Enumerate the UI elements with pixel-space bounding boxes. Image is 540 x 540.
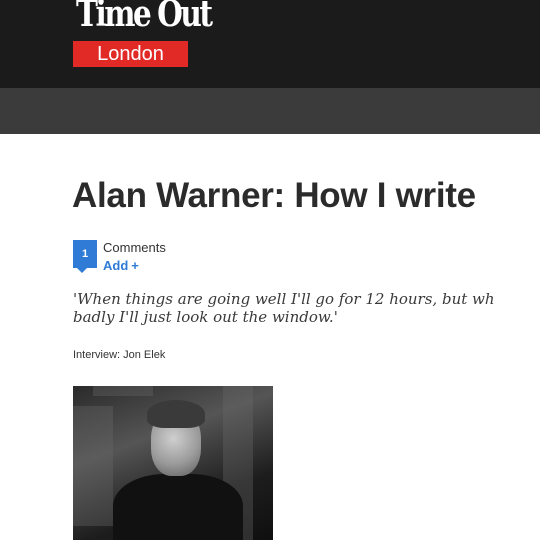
photo-figure-body xyxy=(113,474,243,540)
byline: Interview: Jon Elek xyxy=(73,349,166,361)
photo-background-detail xyxy=(93,386,153,396)
page-title: Alan Warner: How I write xyxy=(72,176,476,215)
photo-background-detail xyxy=(73,406,113,526)
plus-icon[interactable]: + xyxy=(131,259,139,273)
add-comment-link[interactable]: Add + xyxy=(103,259,139,273)
site-logo[interactable]: Time Out xyxy=(76,0,213,37)
photo-figure-hair xyxy=(147,400,205,428)
site-header: Time Out London xyxy=(0,0,540,88)
article-standfirst: 'When things are going well I'll go for … xyxy=(73,290,495,326)
add-comment-label[interactable]: Add xyxy=(103,258,128,273)
comment-count-badge[interactable]: 1 xyxy=(73,240,97,273)
comments-label: Comments xyxy=(103,240,166,255)
author-photo xyxy=(73,386,273,540)
main-nav xyxy=(0,88,540,134)
city-label[interactable]: London xyxy=(73,41,188,67)
